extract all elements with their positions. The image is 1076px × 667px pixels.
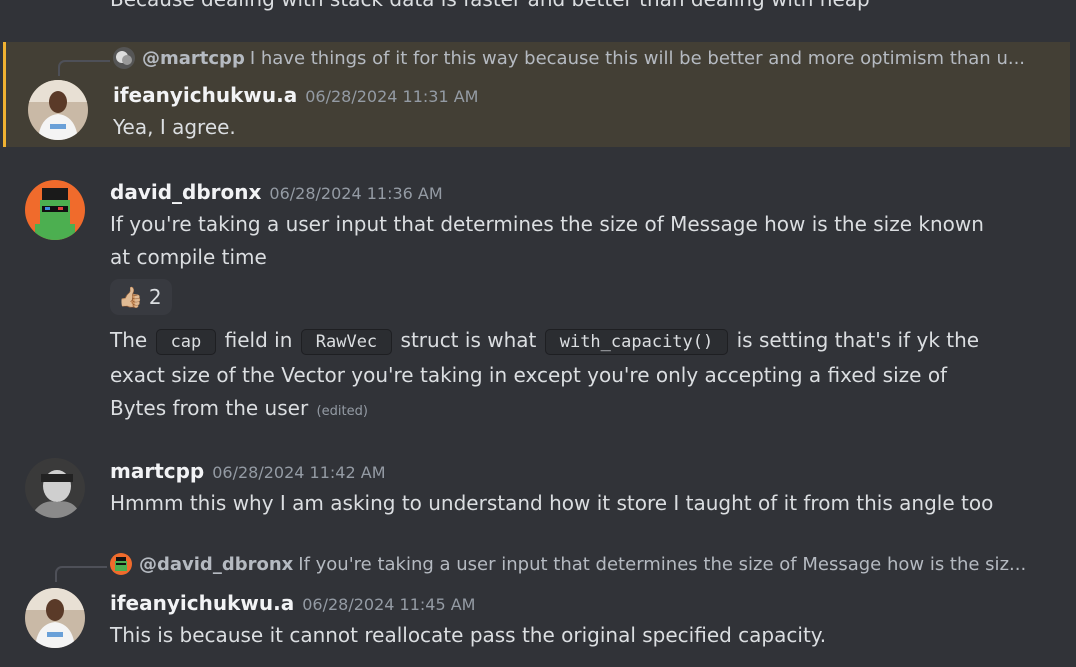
- cutoff-message-text: Because dealing with stack data is faste…: [110, 0, 870, 11]
- inline-code: cap: [155, 329, 217, 355]
- message-content: If you're taking a user input that deter…: [110, 212, 984, 269]
- reply-preview[interactable]: @david_dbronx If you're taking a user inp…: [110, 553, 1026, 575]
- message-content: Yea, I agree.: [113, 115, 236, 139]
- timestamp: 06/28/2024 11:42 AM: [212, 463, 386, 482]
- message-header: ifeanyichukwu.a 06/28/2024 11:45 AM: [110, 591, 475, 615]
- reaction-button[interactable]: 👍🏼 2: [110, 279, 172, 315]
- message-header: martcpp 06/28/2024 11:42 AM: [110, 459, 386, 483]
- username[interactable]: ifeanyichukwu.a: [113, 83, 297, 107]
- reply-preview[interactable]: @martcpp I have things of it for this way…: [113, 47, 1025, 69]
- inline-code: with_capacity(): [544, 329, 729, 355]
- message-item[interactable]: @martcpp I have things of it for this way…: [3, 42, 1070, 147]
- timestamp: 06/28/2024 11:36 AM: [269, 184, 443, 203]
- username[interactable]: ifeanyichukwu.a: [110, 591, 294, 615]
- reply-text: If you're taking a user input that deter…: [298, 554, 1027, 575]
- chat-messages: Because dealing with stack data is faste…: [0, 0, 1076, 667]
- text-segment: struct is what: [394, 328, 543, 352]
- username[interactable]: david_dbronx: [110, 180, 261, 204]
- timestamp: 06/28/2024 11:45 AM: [302, 595, 476, 614]
- reply-text: I have things of it for this way because…: [249, 48, 1026, 69]
- message-content: Hmmm this why I am asking to understand …: [110, 491, 994, 515]
- inline-code: RawVec: [300, 329, 393, 355]
- reply-author[interactable]: @david_dbronx: [139, 554, 293, 575]
- text-segment: The: [110, 328, 154, 352]
- reply-avatar: [113, 47, 135, 69]
- reply-author[interactable]: @martcpp: [142, 48, 245, 69]
- reaction-count: 2: [148, 285, 162, 309]
- reply-connector: [58, 60, 110, 76]
- timestamp: 06/28/2024 11:31 AM: [305, 87, 479, 106]
- edited-label: (edited): [316, 404, 368, 419]
- avatar[interactable]: [25, 458, 85, 518]
- thumbs-up-icon: 👍🏼: [118, 285, 143, 309]
- message-header: david_dbronx 06/28/2024 11:36 AM: [110, 180, 443, 204]
- avatar[interactable]: [25, 588, 85, 648]
- reply-avatar: [110, 553, 132, 575]
- reply-connector: [55, 566, 107, 582]
- message-content-followup: The cap field in RawVec struct is what w…: [110, 324, 1000, 428]
- message-item[interactable]: martcpp 06/28/2024 11:42 AM Hmmm this why…: [0, 455, 1076, 525]
- username[interactable]: martcpp: [110, 459, 204, 483]
- avatar[interactable]: [25, 180, 85, 240]
- message-content: This is because it cannot reallocate pas…: [110, 623, 827, 647]
- message-item[interactable]: @david_dbronx If you're taking a user inp…: [0, 550, 1076, 667]
- message-item[interactable]: david_dbronx 06/28/2024 11:36 AM If you'r…: [0, 175, 1076, 425]
- avatar[interactable]: [28, 80, 88, 140]
- message-header: ifeanyichukwu.a 06/28/2024 11:31 AM: [113, 83, 478, 107]
- text-segment: field in: [218, 328, 299, 352]
